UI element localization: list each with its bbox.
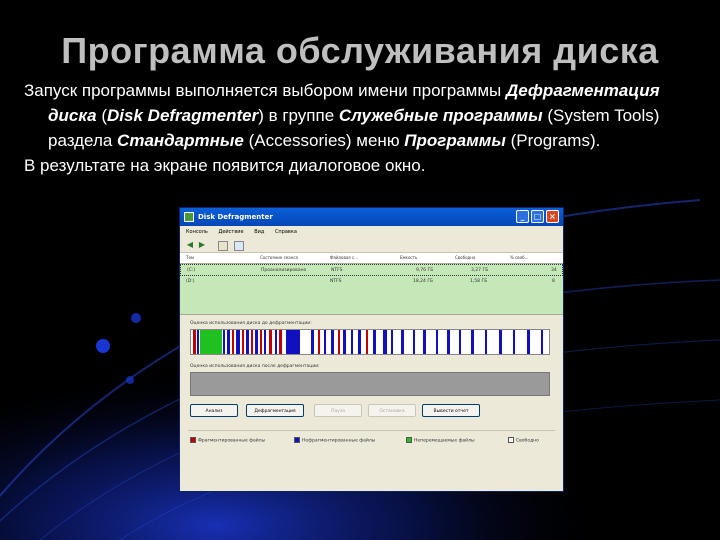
legend-swatch — [294, 437, 300, 443]
text-run: ) в группе — [258, 106, 339, 125]
legend-item: Фрагментированные файлы — [190, 437, 265, 445]
stop-button[interactable]: Остановка — [368, 404, 416, 417]
column-volume[interactable]: Том — [186, 253, 194, 263]
close-button[interactable]: × — [546, 210, 559, 223]
fragmentation-map — [191, 330, 549, 354]
button-bar: Анализ Дефрагментация Пауза Остановка Вы… — [180, 396, 563, 424]
pause-button[interactable]: Пауза — [314, 404, 362, 417]
volume-row[interactable]: (D:) NTFS 18,24 ГБ 1,58 ГБ 8 — [180, 276, 563, 288]
minimize-button[interactable]: _ — [516, 210, 529, 223]
column-filesystem[interactable]: Файловая с... — [330, 253, 358, 263]
volume-filesystem: NTFS — [330, 279, 342, 284]
analysis-map — [190, 329, 550, 355]
text-run: Запуск программы выполняется выбором име… — [24, 81, 506, 100]
defrag-map-label: Оценка использования диска после дефрагм… — [190, 364, 320, 369]
legend-swatch — [190, 437, 196, 443]
column-free-percent[interactable]: % своб... — [510, 253, 528, 263]
paragraph-launch: Запуск программы выполняется выбором име… — [24, 78, 704, 153]
window-titlebar: Disk Defragmenter _ □ × — [180, 208, 563, 226]
analysis-map-label: Оценка использования диска до дефрагмент… — [190, 321, 312, 326]
forward-arrow-icon[interactable]: ▶ — [198, 241, 206, 249]
text-run: ( — [96, 106, 108, 125]
column-status[interactable]: Состояние сеанса — [260, 253, 298, 263]
maximize-button[interactable]: □ — [531, 210, 544, 223]
volume-capacity: 18,24 ГБ — [413, 279, 434, 284]
properties-icon[interactable] — [218, 241, 228, 251]
text-run: (Accessories) меню — [243, 131, 405, 150]
menu-action[interactable]: Действие — [218, 229, 243, 235]
legend-item: Свободно — [508, 437, 539, 445]
menu-help[interactable]: Справка — [275, 229, 297, 235]
volume-free-percent: 8 — [552, 279, 555, 284]
map-legend: Фрагментированные файлы Нефрагментирован… — [188, 430, 555, 451]
legend-swatch — [406, 437, 412, 443]
defragmenter-window: Disk Defragmenter _ □ × Консоль Действие… — [179, 207, 564, 492]
text-run-bold: Стандартные — [117, 131, 244, 150]
legend-label: Нефрагментированные файлы — [302, 438, 376, 444]
legend-label: Свободно — [516, 438, 539, 444]
column-capacity[interactable]: Емкость — [400, 253, 417, 263]
volume-name: (D:) — [186, 279, 195, 284]
defragment-button[interactable]: Дефрагментация — [246, 404, 304, 417]
volume-list-empty-area — [180, 288, 563, 315]
defrag-map — [190, 372, 550, 396]
volume-free: 1,58 ГБ — [470, 279, 488, 284]
text-run-bold: Программы — [404, 131, 506, 150]
view-report-button[interactable]: Вывести отчет — [422, 404, 480, 417]
menu-view[interactable]: Вид — [254, 229, 264, 235]
menu-console[interactable]: Консоль — [186, 229, 208, 235]
legend-item: Неперемещаемые файлы — [406, 437, 475, 445]
toolbar: ◀ ▶ — [180, 238, 563, 253]
text-run: (Programs). — [505, 131, 601, 150]
text-run-bold: Служебные программы — [338, 106, 543, 125]
legend-label: Фрагментированные файлы — [198, 438, 266, 444]
legend-label: Неперемещаемые файлы — [414, 438, 475, 444]
volume-list-header: Том Состояние сеанса Файловая с... Емкос… — [180, 253, 563, 264]
legend-swatch — [508, 437, 514, 443]
volume-row[interactable]: (C:) Проанализировано NTFS 9,76 ГБ 3,27 … — [180, 264, 563, 276]
paragraph-result: В результате на экране появится диалогов… — [24, 156, 426, 175]
legend-item: Нефрагментированные файлы — [294, 437, 375, 445]
menu-bar: Консоль Действие Вид Справка — [180, 226, 563, 238]
analyze-button[interactable]: Анализ — [190, 404, 238, 417]
help-icon[interactable] — [234, 241, 244, 251]
slide-title: Программа обслуживания диска — [61, 30, 659, 71]
back-arrow-icon[interactable]: ◀ — [186, 241, 194, 249]
app-icon — [184, 212, 194, 222]
column-free[interactable]: Свободно — [455, 253, 475, 263]
window-title: Disk Defragmenter — [198, 213, 273, 221]
text-run-bold: Disk Defragmenter — [107, 106, 259, 125]
slide-body: Запуск программы выполняется выбором име… — [24, 78, 704, 178]
